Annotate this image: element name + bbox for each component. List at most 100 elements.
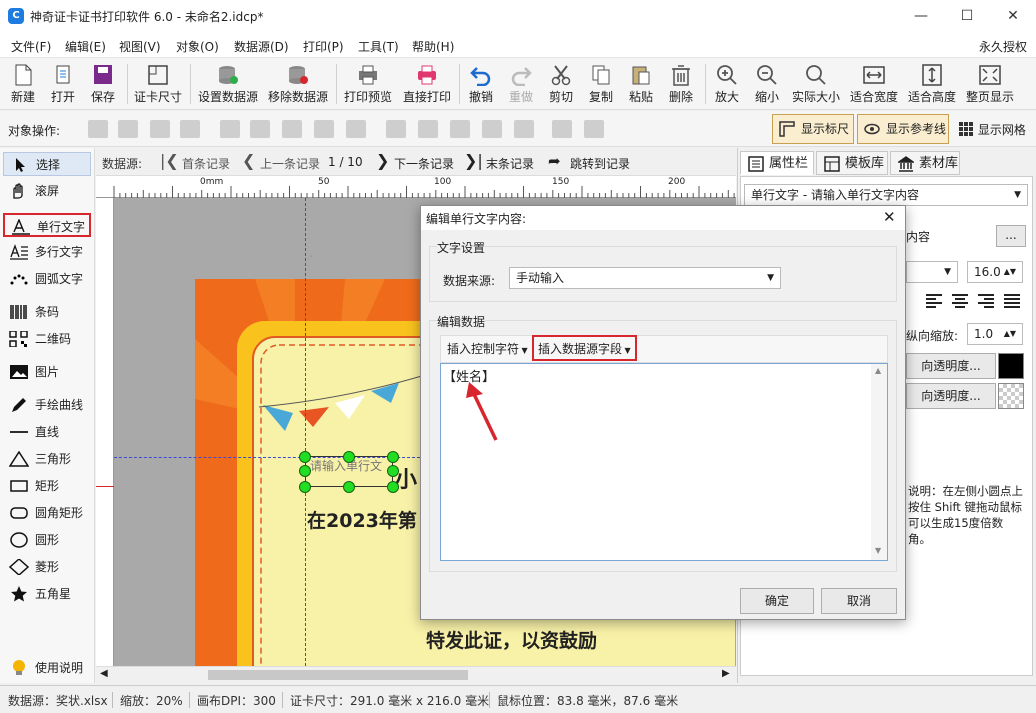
card-size-button[interactable]: 证卡尺寸 — [131, 60, 185, 108]
resize-handle[interactable] — [299, 465, 311, 477]
insert-control-char-button[interactable]: 插入控制字符 ▼ — [443, 339, 532, 361]
bg-opacity-button[interactable]: 向透明度... — [906, 383, 996, 409]
close-icon[interactable]: ✕ — [990, 0, 1036, 32]
text-opacity-button[interactable]: 向透明度... — [906, 353, 996, 379]
new-button[interactable]: 新建 — [4, 60, 42, 108]
tool-star[interactable]: 五角星 — [3, 582, 91, 606]
menu-edit[interactable]: 编辑(E) — [65, 38, 106, 55]
tool-diamond[interactable]: 菱形 — [3, 555, 91, 579]
object-selector[interactable]: 单行文字 - 请输入单行文字内容 ▼ — [744, 184, 1028, 206]
menu-help[interactable]: 帮助(H) — [412, 38, 454, 55]
layer-up-icon[interactable] — [118, 120, 138, 138]
menu-print[interactable]: 打印(P) — [303, 38, 344, 55]
paste-button[interactable]: 粘贴 — [623, 60, 659, 108]
tab-materials[interactable]: 素材库 — [890, 151, 960, 175]
next-record-button[interactable]: 下一条记录 — [394, 155, 454, 172]
last-record-button[interactable]: 末条记录 — [486, 155, 534, 172]
same-width-icon[interactable] — [552, 120, 572, 138]
show-grid-toggle[interactable]: 显示网格 — [958, 121, 1026, 138]
ok-button[interactable]: 确定 — [740, 588, 814, 614]
distribute-h-icon[interactable] — [314, 120, 334, 138]
layer-top-icon[interactable] — [88, 120, 108, 138]
minimize-icon[interactable]: — — [898, 0, 944, 32]
text-align-buttons[interactable] — [924, 293, 1024, 309]
menu-datasource[interactable]: 数据源(D) — [234, 38, 289, 55]
scroll-thumb[interactable] — [208, 670, 468, 680]
font-family-select[interactable]: ▼ — [906, 261, 958, 283]
align-middle-icon[interactable] — [418, 120, 438, 138]
help-button[interactable]: 使用说明 — [3, 656, 91, 680]
tab-properties[interactable]: 属性栏 — [740, 151, 814, 175]
print-preview-button[interactable]: 打印预览 — [341, 60, 395, 108]
set-datasource-button[interactable]: 设置数据源 — [196, 60, 260, 108]
copy-button[interactable]: 复制 — [583, 60, 619, 108]
delete-button[interactable]: 删除 — [663, 60, 699, 108]
align-right-icon[interactable] — [282, 120, 302, 138]
scroll-down-icon[interactable]: ▼ — [875, 546, 881, 555]
content-editor[interactable]: 【姓名】 ▲ ▼ — [440, 363, 888, 561]
zoom-in-button[interactable]: 放大 — [709, 60, 745, 108]
distribute-v-icon[interactable] — [482, 120, 502, 138]
scroll-right-icon[interactable]: ▶ — [722, 668, 730, 679]
tab-templates[interactable]: 模板库 — [816, 151, 888, 175]
jump-record-button[interactable]: 跳转到记录 — [570, 155, 630, 172]
direct-print-button[interactable]: 直接打印 — [400, 60, 454, 108]
layer-bottom-icon[interactable] — [180, 120, 200, 138]
scroll-up-icon[interactable]: ▲ — [875, 366, 881, 375]
redo-button[interactable]: 重做 — [503, 60, 539, 108]
fit-page-button[interactable]: 整页显示 — [963, 60, 1017, 108]
menu-view[interactable]: 视图(V) — [119, 38, 161, 55]
horizontal-scrollbar[interactable]: ◀ ▶ — [96, 666, 736, 683]
fit-height-button[interactable]: 适合高度 — [905, 60, 959, 108]
resize-handle[interactable] — [343, 481, 355, 493]
more-button[interactable]: ... — [996, 225, 1026, 247]
tool-rectangle[interactable]: 矩形 — [3, 474, 91, 498]
resize-handle[interactable] — [387, 481, 399, 493]
tool-triangle[interactable]: 三角形 — [3, 447, 91, 471]
text-color-swatch[interactable] — [998, 353, 1024, 379]
bg-color-swatch[interactable] — [998, 383, 1024, 409]
dialog-close-icon[interactable]: ✕ — [883, 208, 896, 226]
align-top-icon[interactable] — [386, 120, 406, 138]
tool-select[interactable]: 选择 — [3, 152, 91, 176]
open-button[interactable]: 打开 — [44, 60, 82, 108]
tool-line[interactable]: 直线 — [3, 420, 91, 444]
menu-object[interactable]: 对象(O) — [176, 38, 219, 55]
resize-handle[interactable] — [299, 481, 311, 493]
resize-handle[interactable] — [387, 451, 399, 463]
tool-arc-text[interactable]: 圆弧文字 — [3, 267, 91, 291]
align-left-icon[interactable] — [220, 120, 240, 138]
fit-width-button[interactable]: 适合宽度 — [847, 60, 901, 108]
tool-barcode[interactable]: 条码 — [3, 300, 91, 324]
prev-record-button[interactable]: 上一条记录 — [260, 155, 320, 172]
zoom-out-button[interactable]: 缩小 — [749, 60, 785, 108]
source-select[interactable]: 手动输入 ▼ — [509, 267, 781, 289]
editor-scrollbar[interactable]: ▲ ▼ — [871, 364, 887, 560]
resize-handle[interactable] — [343, 451, 355, 463]
vertical-scale-input[interactable]: 1.0 ▲▼ — [967, 323, 1023, 345]
actual-size-button[interactable]: 实际大小 — [789, 60, 843, 108]
show-guides-toggle[interactable]: 显示参考线 — [857, 114, 949, 144]
resize-handle[interactable] — [387, 465, 399, 477]
layer-down-icon[interactable] — [150, 120, 170, 138]
show-ruler-toggle[interactable]: 显示标尺 — [772, 114, 854, 144]
maximize-icon[interactable]: ☐ — [944, 0, 990, 32]
tool-single-line-text[interactable]: 单行文字 — [3, 213, 91, 237]
space-h-icon[interactable] — [346, 120, 366, 138]
resize-handle[interactable] — [299, 451, 311, 463]
same-size-icon[interactable] — [584, 120, 604, 138]
first-record-button[interactable]: 首条记录 — [182, 155, 230, 172]
cut-button[interactable]: 剪切 — [543, 60, 579, 108]
menu-tools[interactable]: 工具(T) — [358, 38, 399, 55]
menu-file[interactable]: 文件(F) — [11, 38, 51, 55]
tool-pan[interactable]: 滚屏 — [3, 179, 91, 203]
align-center-icon[interactable] — [250, 120, 270, 138]
scroll-left-icon[interactable]: ◀ — [100, 668, 108, 679]
tool-rounded-rectangle[interactable]: 圆角矩形 — [3, 501, 91, 525]
align-bottom-icon[interactable] — [450, 120, 470, 138]
remove-datasource-button[interactable]: 移除数据源 — [266, 60, 330, 108]
tool-qrcode[interactable]: 二维码 — [3, 327, 91, 351]
tool-freehand[interactable]: 手绘曲线 — [3, 393, 91, 417]
font-size-input[interactable]: 16.0 ▲▼ — [967, 261, 1023, 283]
tool-circle[interactable]: 圆形 — [3, 528, 91, 552]
